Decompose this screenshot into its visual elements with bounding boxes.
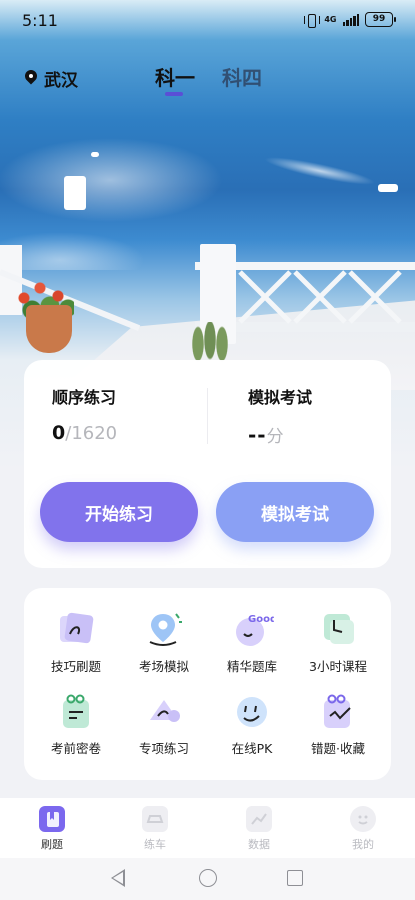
- feature-label: 错题·收藏: [311, 741, 365, 756]
- feature-label: 专项练习: [138, 741, 189, 756]
- svg-text:Good: Good: [248, 614, 274, 625]
- mistakes-favorites-icon: [320, 694, 356, 730]
- smile-icon: [350, 806, 376, 832]
- clock-icon: [320, 612, 356, 648]
- practice-progress: 0/1620: [52, 422, 117, 444]
- location-label: 武汉: [44, 71, 78, 91]
- tab-subject-one[interactable]: 科一: [155, 62, 195, 91]
- agave-plant: [180, 322, 240, 362]
- mock-exam-title[interactable]: 模拟考试: [248, 384, 312, 408]
- sequential-practice-title[interactable]: 顺序练习: [52, 384, 116, 408]
- flower-pot: [26, 305, 72, 353]
- system-navigation-bar: [0, 858, 415, 900]
- megaphone-icon: [146, 694, 182, 730]
- feature-three-hour-course[interactable]: 3小时课程: [294, 612, 382, 692]
- boat-left: [64, 176, 86, 210]
- chart-icon: [246, 806, 272, 832]
- score-unit: 分: [266, 427, 284, 447]
- home-circle-icon[interactable]: [199, 869, 217, 887]
- secret-paper-icon: [58, 694, 94, 730]
- nav-label: 我的: [352, 838, 374, 851]
- nav-practice[interactable]: 刷题: [22, 806, 82, 852]
- status-bar: 5:11 4G 99: [0, 0, 415, 40]
- signal-icon: [342, 13, 359, 26]
- feature-tips-practice[interactable]: 技巧刷题: [32, 612, 120, 692]
- location-selector[interactable]: 武汉: [24, 66, 78, 91]
- feature-special-practice[interactable]: 专项练习: [120, 694, 208, 774]
- feature-label: 3小时课程: [309, 659, 367, 674]
- feature-label: 考前密卷: [50, 741, 101, 756]
- status-icons: 4G 99: [304, 12, 396, 28]
- active-tab-indicator: [165, 92, 183, 96]
- nav-driving[interactable]: 练车: [125, 806, 185, 852]
- mock-exam-button[interactable]: 模拟考试: [216, 482, 374, 542]
- nav-profile[interactable]: 我的: [333, 806, 393, 852]
- feature-exam-simulation[interactable]: 考场模拟: [120, 612, 208, 692]
- progress-total: 1620: [71, 423, 118, 444]
- status-time: 5:11: [22, 11, 58, 30]
- progress-current: 0: [52, 422, 66, 444]
- feature-label: 在线PK: [231, 741, 273, 756]
- feature-label: 考场模拟: [138, 659, 189, 674]
- exam-location-icon: [146, 612, 182, 648]
- top-bar: 武汉 科一 科四: [0, 60, 415, 100]
- boat-small: [91, 152, 99, 157]
- vibrate-icon: [304, 13, 321, 28]
- feature-secret-paper[interactable]: 考前密卷: [32, 694, 120, 774]
- back-triangle-icon[interactable]: [111, 869, 125, 887]
- feature-grid: 技巧刷题 考场模拟 Good 精华题库 3小时课程 考前密卷 专项练习 在线PK…: [24, 588, 391, 780]
- nav-label: 练车: [144, 838, 166, 851]
- feature-label: 技巧刷题: [50, 659, 101, 674]
- feature-online-pk[interactable]: 在线PK: [208, 694, 296, 774]
- card-divider: [207, 388, 208, 444]
- tips-card-icon: [58, 612, 94, 648]
- pk-face-icon: [234, 694, 270, 730]
- nav-data[interactable]: 数据: [229, 806, 289, 852]
- nav-label: 刷题: [41, 838, 63, 851]
- practice-book-icon: [39, 806, 65, 832]
- feature-essential-bank[interactable]: Good 精华题库: [208, 612, 296, 692]
- boat-right: [378, 184, 398, 192]
- start-practice-button[interactable]: 开始练习: [40, 482, 198, 542]
- car-icon: [142, 806, 168, 832]
- feature-label: 精华题库: [226, 659, 277, 674]
- good-badge-icon: Good: [234, 612, 277, 648]
- location-pin-icon: [24, 70, 38, 88]
- score-value: --: [248, 423, 267, 447]
- battery-icon: 99: [365, 12, 396, 27]
- tab-subject-four[interactable]: 科四: [222, 62, 262, 91]
- network-type: 4G: [324, 14, 337, 24]
- bottom-navigation: 刷题 练车 数据 我的: [0, 798, 415, 858]
- nav-label: 数据: [248, 838, 270, 851]
- feature-mistakes-favorites[interactable]: 错题·收藏: [294, 694, 382, 774]
- recents-square-icon[interactable]: [287, 870, 303, 886]
- mock-score: --分: [248, 422, 284, 447]
- practice-card: 顺序练习 0/1620 模拟考试 --分 开始练习 模拟考试: [24, 360, 391, 568]
